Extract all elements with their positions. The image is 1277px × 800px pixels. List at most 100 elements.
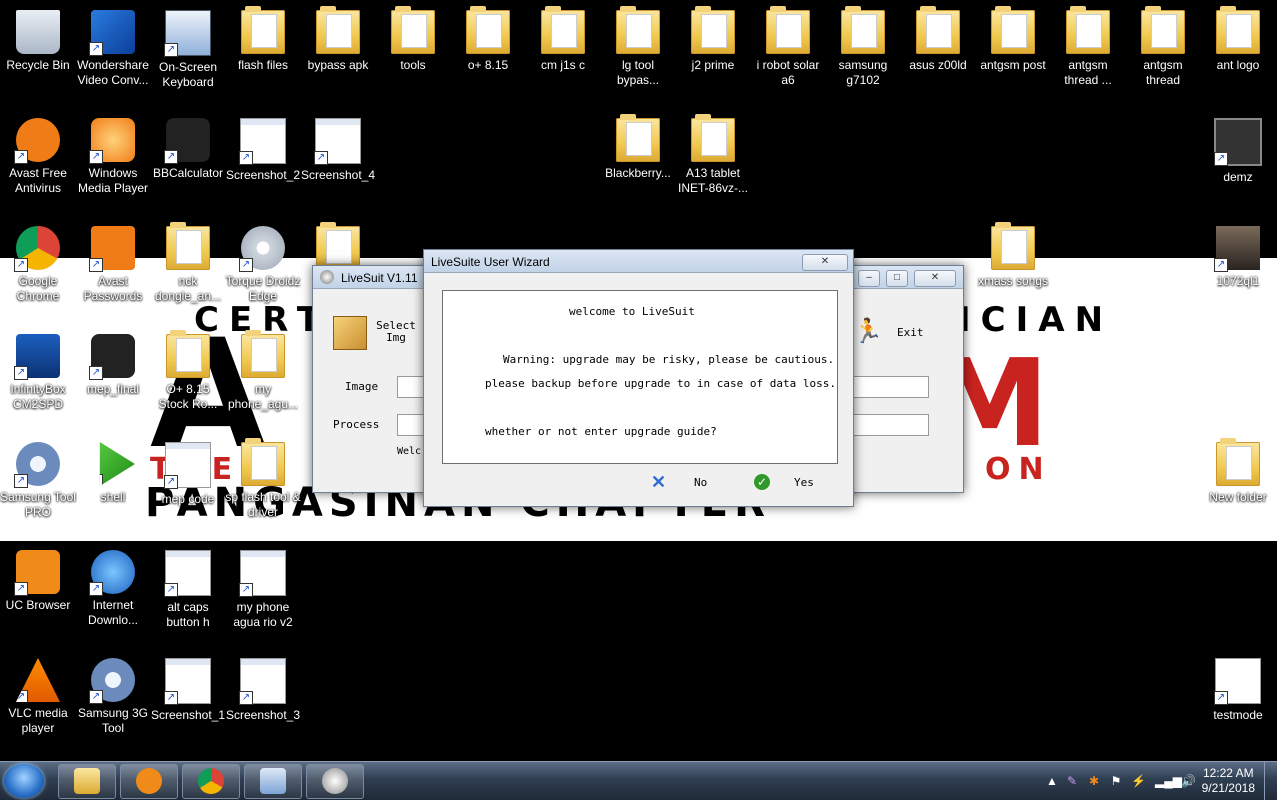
desktop-icon[interactable]: ↗ VLC media player	[0, 654, 76, 736]
shell-icon: ↗	[99, 442, 135, 486]
desktop-icon[interactable]: j2 prime	[675, 6, 751, 73]
select-img-button[interactable]: Select Img	[371, 320, 421, 344]
desktop-icon-label: InfinityBox CM2SPD	[10, 382, 66, 411]
network-signal-icon[interactable]: ▂▄▆	[1155, 774, 1182, 788]
bb-icon: ↗	[89, 334, 135, 380]
close-button[interactable]: ✕	[914, 270, 956, 287]
desktop-icon[interactable]: ↗ Avast Passwords	[75, 222, 151, 304]
desktop-icon[interactable]: ↗ Screenshot_4	[300, 114, 376, 183]
desktop-icon-label: Recycle Bin	[6, 58, 70, 72]
folder-icon	[766, 6, 810, 54]
desktop-icon[interactable]: ↗ Samsung 3G Tool	[75, 654, 151, 736]
desktop-icon[interactable]: bypass apk	[300, 6, 376, 73]
desktop-icon[interactable]: antgsm thread ...	[1050, 6, 1126, 88]
action-center-icon[interactable]: ⚑	[1109, 774, 1123, 788]
runner-icon[interactable]: 🏃	[853, 319, 883, 345]
show-desktop-button[interactable]	[1264, 762, 1277, 800]
start-button[interactable]	[4, 764, 44, 798]
folder-icon	[316, 6, 360, 54]
desktop-icon[interactable]: ↗ BBCalculator	[150, 114, 226, 181]
shortcut-arrow-icon: ↗	[164, 43, 178, 57]
desktop-icon[interactable]: ↗ Google Chrome	[0, 222, 76, 304]
uc-browser-icon	[136, 768, 162, 794]
desktop-icon[interactable]: ↗ On-Screen Keyboard	[150, 6, 226, 90]
desktop-icon[interactable]: ↗ mep code	[150, 438, 226, 507]
desktop-icon[interactable]: Recycle Bin	[0, 6, 76, 73]
desktop-icon[interactable]: antgsm post	[975, 6, 1051, 73]
volume-icon[interactable]: 🔊	[1181, 774, 1196, 788]
desktop-icon-label: Screenshot_2	[225, 168, 301, 182]
folder-icon	[841, 6, 885, 54]
desktop-icon[interactable]: ↗ Windows Media Player	[75, 114, 151, 196]
desktop-icon[interactable]: lg tool bypas...	[600, 6, 676, 88]
desktop-icon[interactable]: sp flash tool & driver	[225, 438, 301, 520]
folder-icon	[1066, 6, 1110, 54]
desktop-icon-label: demz	[1223, 170, 1253, 184]
desktop-icon[interactable]: ↗ InfinityBox CM2SPD	[0, 330, 76, 412]
desktop-icon[interactable]: New folder	[1200, 438, 1276, 505]
recycle-icon	[16, 10, 60, 54]
show-hidden-icons-icon[interactable]: ▲	[1045, 774, 1059, 788]
taskbar-uc-browser[interactable]	[120, 764, 178, 799]
desktop-icon[interactable]: A13 tablet INET-86vz-...	[675, 114, 751, 196]
shortcut-arrow-icon: ↗	[239, 151, 253, 165]
desktop-icon[interactable]: ↗ Screenshot_1	[150, 654, 226, 723]
shortcut-arrow-icon: ↗	[1214, 258, 1228, 272]
desktop-icon[interactable]: asus z00ld	[900, 6, 976, 73]
desktop-icon[interactable]: o+ 8.15	[450, 6, 526, 73]
desktop-icon[interactable]: ↗ testmode	[1200, 654, 1276, 723]
shortcut-arrow-icon: ↗	[16, 690, 28, 702]
desktop-icon[interactable]: my phone_agu...	[225, 330, 301, 412]
desktop-icon[interactable]: ↗ demz	[1200, 114, 1276, 185]
wizard-titlebar[interactable]: LiveSuite User Wizard ✕	[424, 250, 853, 273]
desktop-icon-label: antgsm post	[980, 58, 1046, 72]
desktop-icon[interactable]: ↗ alt caps button h	[150, 546, 226, 630]
no-button[interactable]: ✕ No	[647, 472, 737, 494]
desktop-icon[interactable]: samsung g7102	[825, 6, 901, 88]
desktop-icon[interactable]: ↗ my phone agua rio v2	[225, 546, 301, 630]
exit-button[interactable]: Exit	[897, 326, 924, 339]
desktop-icon[interactable]: tools	[375, 6, 451, 73]
desktop-icon[interactable]: Blackberry...	[600, 114, 676, 181]
desktop-icon[interactable]: xmass songs	[975, 222, 1051, 289]
desktop-icon[interactable]: i robot solar a6	[750, 6, 826, 88]
taskbar-explorer[interactable]	[58, 764, 116, 799]
desktop-icon-label: samsung g7102	[838, 58, 888, 87]
desktop-icon[interactable]: cm j1s c	[525, 6, 601, 73]
desktop-icon[interactable]: ↗ shell	[75, 438, 151, 505]
desktop-icon-label: antgsm thread ...	[1064, 58, 1112, 87]
wizard-close-button[interactable]: ✕	[802, 254, 848, 271]
taskbar-chrome[interactable]	[182, 764, 240, 799]
desktop-icon[interactable]: antgsm thread	[1125, 6, 1201, 88]
uc-icon: ↗	[14, 550, 60, 596]
desktop-icon[interactable]: nck dongle_an...	[150, 222, 226, 304]
minimize-button[interactable]: –	[858, 270, 880, 287]
desktop-icon[interactable]: ↗ UC Browser	[0, 546, 76, 613]
desktop-icon[interactable]: ↗ Wondershare Video Conv...	[75, 6, 151, 88]
avast-tray-icon[interactable]: ✱	[1087, 774, 1101, 788]
folder-icon	[241, 6, 285, 54]
maximize-button[interactable]: □	[886, 270, 908, 287]
taskbar-livesuit[interactable]	[306, 764, 364, 799]
clock[interactable]: 12:22 AM 9/21/2018	[1202, 766, 1255, 796]
desktop-icon-label: Screenshot_1	[150, 708, 226, 722]
feather-icon[interactable]: ✎	[1065, 774, 1079, 788]
desktop-icon[interactable]: ↗ Internet Downlo...	[75, 546, 151, 628]
desktop-icon[interactable]: flash files	[225, 6, 301, 73]
desktop-icon[interactable]: ↗ 1072ql1	[1200, 222, 1276, 289]
desktop-icon[interactable]: ↗ Screenshot_3	[225, 654, 301, 723]
folder-icon	[166, 330, 210, 378]
desktop-icon[interactable]: ↗ Screenshot_2	[225, 114, 301, 183]
folder-icon	[916, 6, 960, 54]
desktop-icon[interactable]: ↗ Avast Free Antivirus	[0, 114, 76, 196]
desktop-icon[interactable]: ↗ Torque Droidz Edge	[225, 222, 301, 304]
desktop-icon[interactable]: ant logo	[1200, 6, 1276, 73]
yes-button[interactable]: ✓ Yes	[752, 472, 842, 494]
desktop-icon[interactable]: ↗ Samsung Tool PRO	[0, 438, 76, 520]
taskbar-on-screen-keyboard[interactable]	[244, 764, 302, 799]
power-icon[interactable]: ⚡	[1131, 774, 1146, 788]
box-icon[interactable]	[333, 316, 367, 350]
desktop-icon[interactable]: ↗ mep_final	[75, 330, 151, 397]
desktop-icon[interactable]: O+ 8.15 Stock Ro...	[150, 330, 226, 412]
folder-icon	[991, 222, 1035, 270]
